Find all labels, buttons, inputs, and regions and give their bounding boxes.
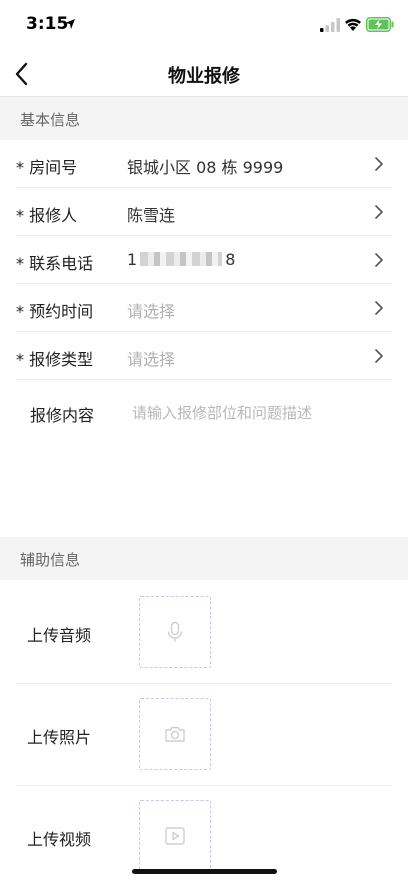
row-label-room: * 房间号 (16, 158, 78, 177)
upload-label-photo: 上传照片 (27, 728, 92, 747)
row-value-appointment-time: 请选择 (127, 302, 176, 321)
status-time: 3:15 (26, 14, 69, 34)
section-title-aux: 辅助信息 (20, 551, 81, 569)
chevron-right-icon (375, 253, 383, 267)
video-icon (165, 827, 185, 845)
upload-video-button[interactable] (139, 800, 211, 872)
location-arrow-icon (65, 19, 75, 29)
row-divider (16, 379, 392, 380)
section-header-aux: 辅助信息 (0, 537, 408, 580)
phone-prefix: 1 (127, 250, 138, 269)
form-row-repair-type[interactable]: * 报修类型 请选择 (0, 332, 408, 380)
phone-blurred-digits (140, 252, 223, 266)
upload-label-audio: 上传音频 (27, 626, 92, 645)
home-indicator (132, 869, 277, 874)
row-label-repair-type: * 报修类型 (16, 350, 94, 369)
nav-bar: 物业报修 (0, 52, 408, 97)
repair-content-input[interactable] (128, 398, 396, 526)
wifi-icon (345, 18, 361, 31)
cellular-signal-icon (320, 18, 340, 32)
row-value-phone: 18 (127, 250, 235, 269)
upload-row-photo: 上传照片 (0, 684, 408, 786)
row-label-appointment-time: * 预约时间 (16, 302, 94, 321)
microphone-icon (167, 621, 183, 642)
upload-photo-button[interactable] (139, 698, 211, 770)
row-value-repair-type: 请选择 (127, 350, 176, 369)
form-row-room[interactable]: * 房间号 银城小区 08 栋 9999 (0, 140, 408, 188)
chevron-right-icon (375, 205, 383, 219)
status-bar: 3:15 (0, 0, 408, 52)
row-label-phone: * 联系电话 (16, 254, 94, 273)
form-row-reporter[interactable]: * 报修人 陈雪连 (0, 188, 408, 236)
form-row-appointment-time[interactable]: * 预约时间 请选择 (0, 284, 408, 332)
upload-audio-button[interactable] (139, 596, 211, 668)
form-row-phone[interactable]: * 联系电话 18 (0, 236, 408, 284)
row-label-reporter: * 报修人 (16, 206, 78, 225)
section-title-basic: 基本信息 (20, 111, 81, 129)
camera-icon (165, 726, 185, 742)
battery-charging-icon (366, 17, 394, 32)
chevron-right-icon (375, 349, 383, 363)
upload-label-video: 上传视频 (27, 830, 92, 849)
section-header-basic: 基本信息 (0, 97, 408, 140)
page-title: 物业报修 (168, 66, 240, 87)
chevron-right-icon (375, 301, 383, 315)
upload-row-audio: 上传音频 (0, 582, 408, 684)
row-value-reporter: 陈雪连 (127, 206, 176, 225)
repair-content-label: 报修内容 (30, 406, 95, 425)
chevron-right-icon (375, 157, 383, 171)
row-value-room: 银城小区 08 栋 9999 (127, 158, 284, 177)
phone-suffix: 8 (225, 250, 236, 269)
